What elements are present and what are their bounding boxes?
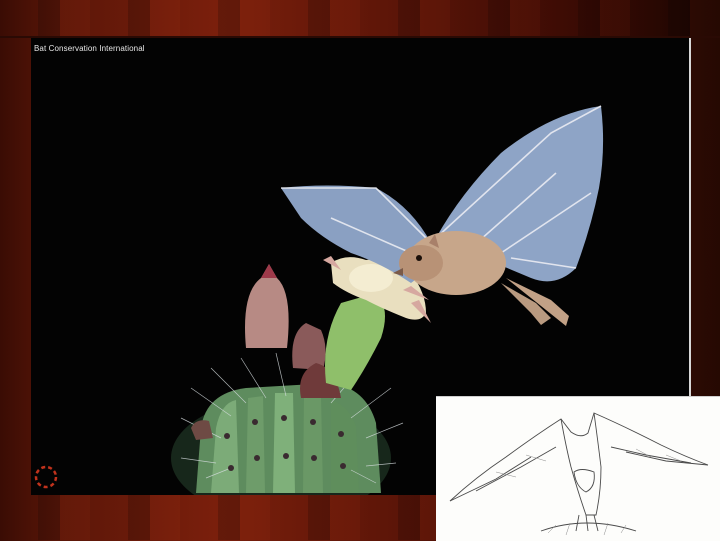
corner-ornament-icon (34, 465, 58, 489)
photo-credit: Bat Conservation International (34, 44, 145, 53)
bat-sketch-inset (436, 396, 720, 541)
bat (281, 105, 604, 326)
bat-sketch-drawing (449, 412, 709, 536)
